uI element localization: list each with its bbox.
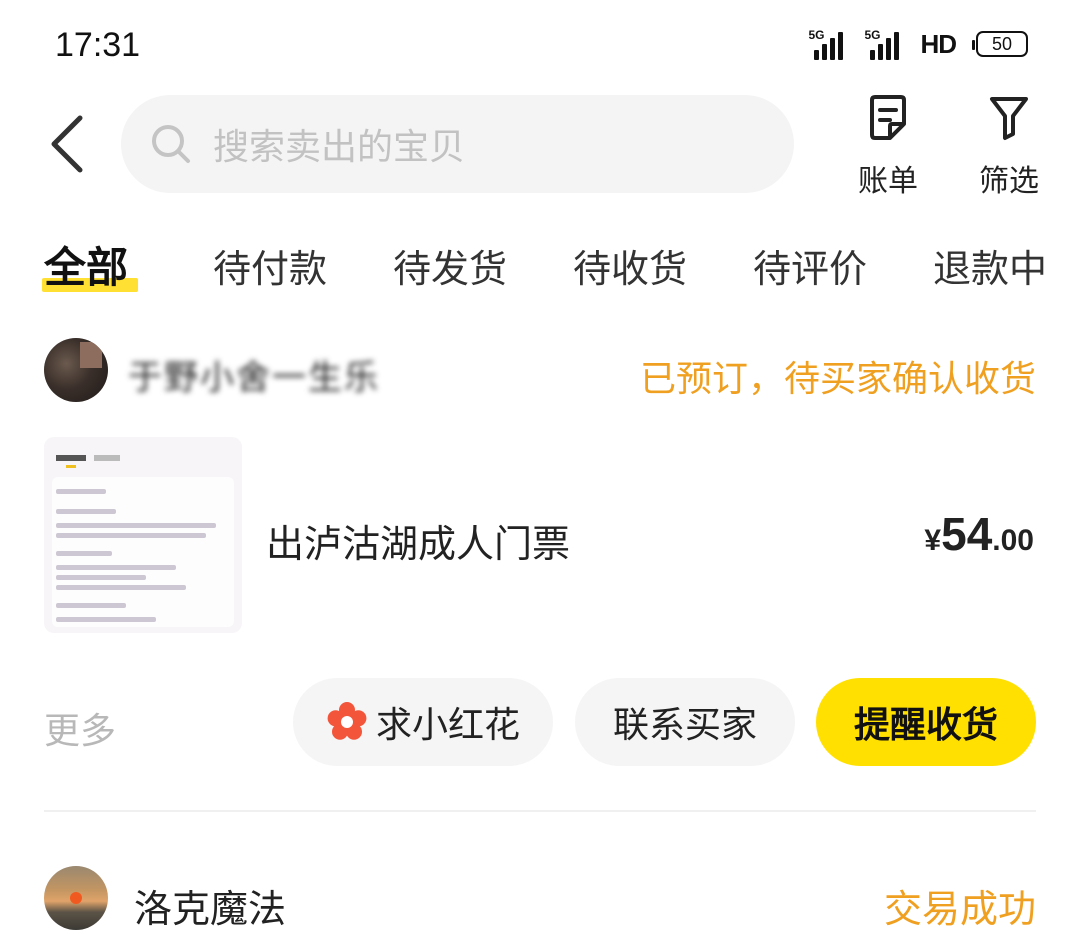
product-price: ¥54.00 bbox=[924, 508, 1034, 560]
avatar[interactable] bbox=[44, 338, 108, 402]
order-status: 交易成功 bbox=[883, 887, 1036, 931]
status-time: 17:31 bbox=[55, 26, 141, 64]
search-icon bbox=[152, 125, 190, 163]
ask-flower-label: 求小红花 bbox=[375, 705, 520, 746]
status-icons: 5G 5G HD 50 bbox=[808, 28, 1028, 60]
order-status: 已预订，待买家确认收货 bbox=[639, 359, 1036, 400]
filter-label: 筛选 bbox=[979, 164, 1039, 199]
order-card[interactable]: 于野小舍一生乐 已预订，待买家确认收货 出泸沽湖成人门票 ¥54.00 更多 求… bbox=[0, 332, 1080, 812]
tab-pending-receipt[interactable]: 待收货 bbox=[573, 238, 687, 293]
avatar[interactable] bbox=[44, 866, 108, 930]
seller-name: 洛克魔法 bbox=[134, 887, 287, 931]
seller-row: 洛克魔法 交易成功 bbox=[44, 864, 1036, 934]
bill-icon bbox=[870, 95, 906, 140]
product-title: 出泸沽湖成人门票 bbox=[266, 522, 571, 566]
product-item[interactable]: 出泸沽湖成人门票 ¥54.00 bbox=[44, 437, 1036, 635]
battery-level: 50 bbox=[991, 33, 1013, 54]
filter-button[interactable]: 筛选 bbox=[967, 94, 1051, 200]
divider bbox=[44, 810, 1036, 812]
back-button[interactable] bbox=[42, 112, 92, 176]
bill-button[interactable]: 账单 bbox=[846, 94, 930, 200]
remind-receipt-button[interactable]: 提醒收货 bbox=[816, 678, 1036, 766]
tab-refunding[interactable]: 退款中 bbox=[933, 238, 1047, 293]
order-tabs: 全部 待付款 待发货 待收货 待评价 退款中 bbox=[0, 232, 1080, 302]
network-indicator: HD bbox=[920, 28, 957, 59]
tab-pending-review[interactable]: 待评价 bbox=[753, 238, 867, 293]
signal-icon: 5G bbox=[864, 28, 906, 60]
chevron-left-icon bbox=[51, 115, 83, 173]
battery-icon: 50 bbox=[972, 31, 1028, 57]
tab-all[interactable]: 全部 bbox=[44, 234, 128, 295]
search-bar[interactable]: 搜索卖出的宝贝 bbox=[121, 95, 794, 193]
seller-name: 于野小舍一生乐 bbox=[128, 358, 380, 398]
filter-icon bbox=[990, 97, 1028, 140]
tab-pending-shipment[interactable]: 待发货 bbox=[393, 238, 507, 293]
product-thumbnail bbox=[44, 437, 242, 633]
more-button[interactable]: 更多 bbox=[44, 702, 116, 754]
tab-pending-payment[interactable]: 待付款 bbox=[213, 238, 327, 293]
bill-label: 账单 bbox=[858, 164, 918, 199]
seller-row: 于野小舍一生乐 已预订，待买家确认收货 bbox=[44, 336, 1036, 406]
signal-icon: 5G bbox=[808, 28, 850, 60]
ask-flower-button[interactable]: 求小红花 bbox=[293, 678, 553, 766]
status-bar: 17:31 5G 5G HD 50 bbox=[0, 0, 1080, 90]
order-card[interactable]: 洛克魔法 交易成功 bbox=[0, 864, 1080, 934]
search-placeholder: 搜索卖出的宝贝 bbox=[213, 127, 466, 168]
order-actions: 更多 求小红花 联系买家 提醒收货 bbox=[44, 678, 1036, 766]
contact-buyer-button[interactable]: 联系买家 bbox=[575, 678, 795, 766]
flower-icon bbox=[327, 702, 367, 740]
